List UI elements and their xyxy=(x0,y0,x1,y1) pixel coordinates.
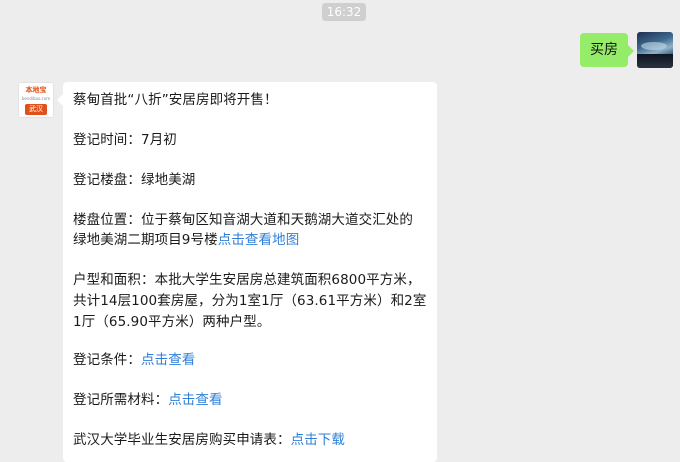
conditions-line: 登记条件：点击查看 xyxy=(73,349,431,371)
area-line-3: 1厅（65.90平方米）两种户型。 xyxy=(73,314,271,330)
form-line: 武汉大学毕业生安居房购买申请表：点击下载 xyxy=(73,429,431,451)
avatar-landscape xyxy=(637,54,673,68)
outgoing-message-bubble[interactable]: 买房 xyxy=(580,33,634,67)
materials-link[interactable]: 点击查看 xyxy=(168,392,222,408)
location-line-1: 楼盘位置：位于蔡甸区知音湖大道和天鹅湖大道交汇处的 xyxy=(73,212,413,228)
logo-city-badge: 武汉 xyxy=(25,104,47,115)
materials-line: 登记所需材料：点击查看 xyxy=(73,389,431,411)
avatar-sky xyxy=(641,42,667,50)
location-line-2: 绿地美湖二期项目9号楼点击查看地图 xyxy=(73,229,431,251)
user-avatar[interactable] xyxy=(637,32,673,68)
form-label: 武汉大学毕业生安居房购买申请表： xyxy=(73,432,291,448)
area-line-2: 共计14层100套房屋，分为1室1厅（63.61平方米）和2室 xyxy=(73,293,427,309)
conditions-label: 登记条件： xyxy=(73,352,141,368)
register-property: 登记楼盘：绿地美湖 xyxy=(73,172,196,188)
register-time: 登记时间：7月初 xyxy=(73,132,177,148)
area-line-1: 户型和面积：本批大学生安居房总建筑面积6800平方米， xyxy=(73,272,421,288)
message-timestamp: 16:32 xyxy=(322,3,366,21)
download-form-link[interactable]: 点击下载 xyxy=(291,432,345,448)
logo-brand-text: 本地宝 xyxy=(25,86,47,94)
incoming-message-bubble[interactable]: 蔡甸首批“八折”安居房即将开售！ 登记时间：7月初 登记楼盘：绿地美湖 楼盘位置… xyxy=(57,82,437,462)
view-map-link[interactable]: 点击查看地图 xyxy=(218,232,300,248)
message-title: 蔡甸首批“八折”安居房即将开售！ xyxy=(73,92,278,108)
logo-url-text: bendibao.com xyxy=(21,96,51,101)
location-text: 绿地美湖二期项目9号楼 xyxy=(73,232,218,248)
conditions-link[interactable]: 点击查看 xyxy=(141,352,195,368)
materials-label: 登记所需材料： xyxy=(73,392,169,408)
account-avatar[interactable]: 本地宝 bendibao.com 武汉 xyxy=(18,82,54,118)
